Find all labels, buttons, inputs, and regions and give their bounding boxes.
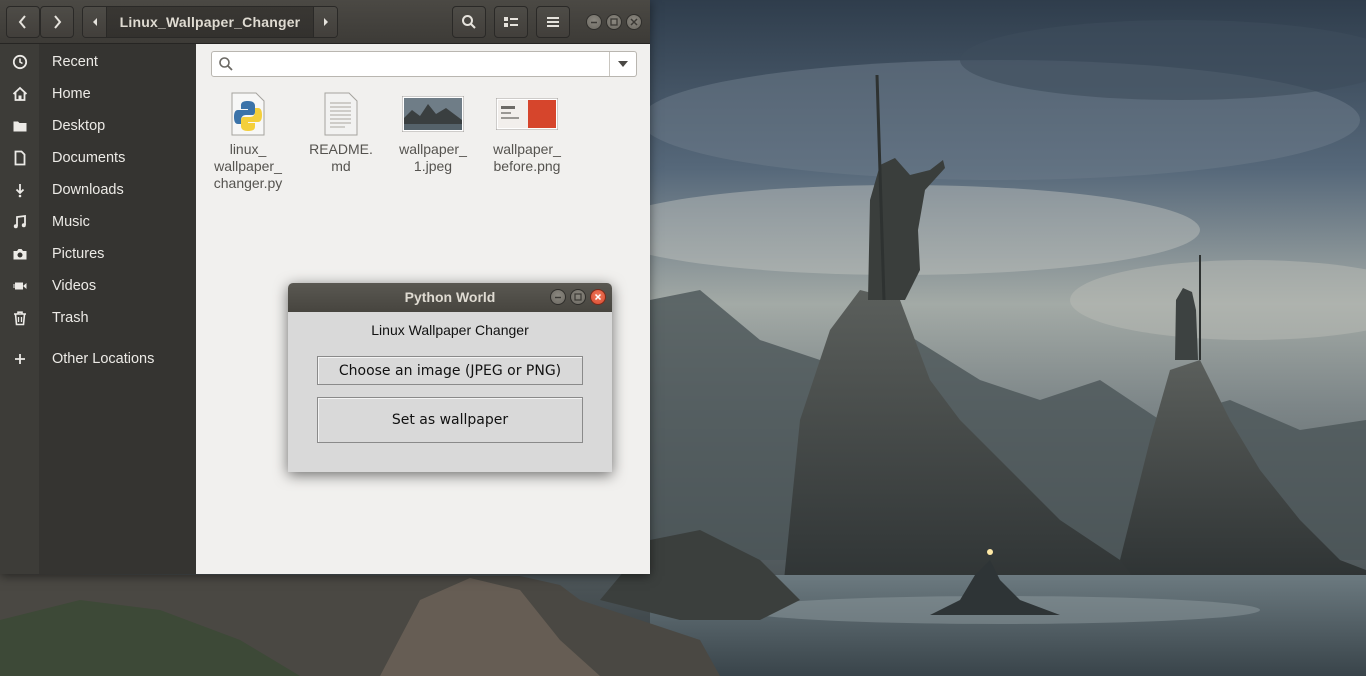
maximize-button[interactable]	[606, 14, 622, 30]
header-bar: Linux_Wallpaper_Changer	[0, 0, 650, 44]
list-view-icon	[504, 17, 518, 27]
search-icon	[218, 56, 234, 77]
file-name: linux_ wallpaper_ changer.py	[213, 141, 283, 191]
download-icon	[0, 182, 39, 198]
minimize-icon	[591, 21, 597, 24]
sidebar-item-recent[interactable]: Recent	[0, 47, 196, 77]
file-item[interactable]: README. md	[295, 90, 387, 175]
back-button[interactable]	[6, 6, 40, 38]
sidebar-item-label: Downloads	[52, 182, 124, 198]
music-icon	[0, 214, 39, 230]
sidebar-item-downloads[interactable]: Downloads	[0, 175, 196, 205]
close-icon	[630, 18, 638, 26]
sidebar-item-music[interactable]: Music	[0, 207, 196, 237]
folder-icon	[0, 118, 39, 134]
text-file-icon	[295, 90, 387, 138]
chevron-right-icon	[54, 15, 62, 29]
plus-icon	[0, 352, 39, 366]
dialog-heading: Linux Wallpaper Changer	[371, 322, 529, 338]
path-bar: Linux_Wallpaper_Changer	[82, 6, 338, 38]
python-world-dialog: Python World Linux Wallpaper Changer Cho…	[288, 283, 612, 472]
sidebar-item-trash[interactable]: Trash	[0, 303, 196, 333]
sidebar-item-other-locations[interactable]: Other Locations	[0, 344, 196, 374]
triangle-right-icon	[323, 18, 328, 26]
search-input[interactable]	[211, 51, 637, 77]
sidebar-item-documents[interactable]: Documents	[0, 143, 196, 173]
dialog-maximize-button[interactable]	[570, 289, 586, 305]
clock-icon	[0, 54, 39, 70]
trash-icon	[0, 310, 39, 326]
view-toggle-button[interactable]	[494, 6, 528, 38]
file-item[interactable]: wallpaper_ before.png	[481, 90, 573, 175]
video-icon	[0, 278, 39, 294]
file-item[interactable]: linux_ wallpaper_ changer.py	[202, 90, 294, 192]
choose-image-button[interactable]: Choose an image (JPEG or PNG)	[317, 356, 583, 385]
close-button[interactable]	[626, 14, 642, 30]
triangle-left-icon	[92, 18, 97, 26]
sidebar-item-label: Home	[52, 86, 91, 102]
sidebar-item-videos[interactable]: Videos	[0, 271, 196, 301]
path-current-folder[interactable]: Linux_Wallpaper_Changer	[107, 7, 313, 37]
sidebar-item-desktop[interactable]: Desktop	[0, 111, 196, 141]
document-icon	[0, 150, 39, 166]
sidebar-item-label: Music	[52, 214, 90, 230]
hamburger-menu-icon	[547, 17, 559, 27]
forward-button[interactable]	[40, 6, 74, 38]
dialog-minimize-button[interactable]	[550, 289, 566, 305]
file-name: wallpaper_ 1.jpeg	[399, 141, 467, 174]
camera-icon	[0, 246, 39, 262]
sidebar-item-label: Documents	[52, 150, 126, 166]
sidebar-item-label: Pictures	[52, 246, 105, 262]
search-options-dropdown[interactable]	[609, 52, 636, 76]
image-thumbnail	[481, 90, 573, 138]
minimize-icon	[555, 296, 561, 299]
minimize-button[interactable]	[586, 14, 602, 30]
file-name: wallpaper_ before.png	[493, 141, 561, 174]
close-icon	[594, 293, 602, 301]
maximize-icon	[610, 18, 618, 26]
sidebar-item-label: Desktop	[52, 118, 106, 134]
sidebar-item-label: Trash	[52, 310, 89, 326]
sidebar-item-home[interactable]: Home	[0, 79, 196, 109]
path-scroll-left-button[interactable]	[83, 7, 107, 37]
chevron-left-icon	[18, 15, 26, 29]
search-icon	[462, 15, 476, 29]
maximize-icon	[574, 293, 582, 301]
sidebar-item-label: Other Locations	[52, 351, 155, 367]
triangle-down-icon	[618, 61, 628, 67]
sidebar-item-pictures[interactable]: Pictures	[0, 239, 196, 269]
dialog-title-bar[interactable]: Python World	[288, 283, 612, 312]
home-icon	[0, 86, 39, 102]
python-file-icon	[202, 90, 294, 138]
sidebar-item-label: Videos	[52, 278, 97, 294]
sidebar-item-label: Recent	[52, 54, 98, 70]
dialog-body: Linux Wallpaper Changer Choose an image …	[288, 312, 612, 472]
dialog-close-button[interactable]	[590, 289, 606, 305]
search-toggle-button[interactable]	[452, 6, 486, 38]
path-scroll-right-button[interactable]	[313, 7, 337, 37]
places-sidebar: Recent Home Desktop Documents Downloads …	[0, 44, 196, 574]
image-thumbnail	[387, 90, 479, 138]
set-wallpaper-button[interactable]: Set as wallpaper	[317, 397, 583, 443]
menu-button[interactable]	[536, 6, 570, 38]
file-item[interactable]: wallpaper_ 1.jpeg	[387, 90, 479, 175]
file-name: README. md	[309, 141, 373, 174]
